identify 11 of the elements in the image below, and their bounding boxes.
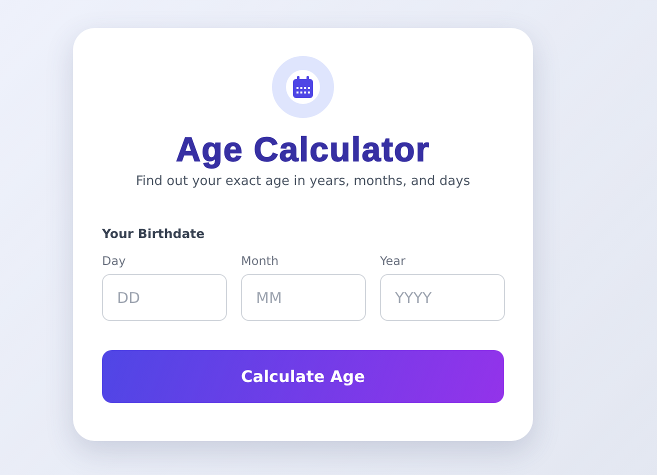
page-title: Age Calculator [176, 130, 430, 170]
field-label: Year [380, 254, 406, 268]
date-input-field[interactable]: YYYY [380, 274, 505, 321]
field-label: Month [241, 254, 280, 268]
birthdate-label: Your Birthdate [102, 226, 206, 241]
date-input-field[interactable]: MM [241, 274, 366, 321]
calendar-icon [293, 76, 313, 98]
subtitle: Find out your exact age in years, months, and days [136, 174, 470, 189]
field-label: Day [102, 254, 127, 268]
date-input-field[interactable]: DD [102, 274, 227, 321]
calculate-button[interactable]: Calculate Age [102, 350, 504, 403]
